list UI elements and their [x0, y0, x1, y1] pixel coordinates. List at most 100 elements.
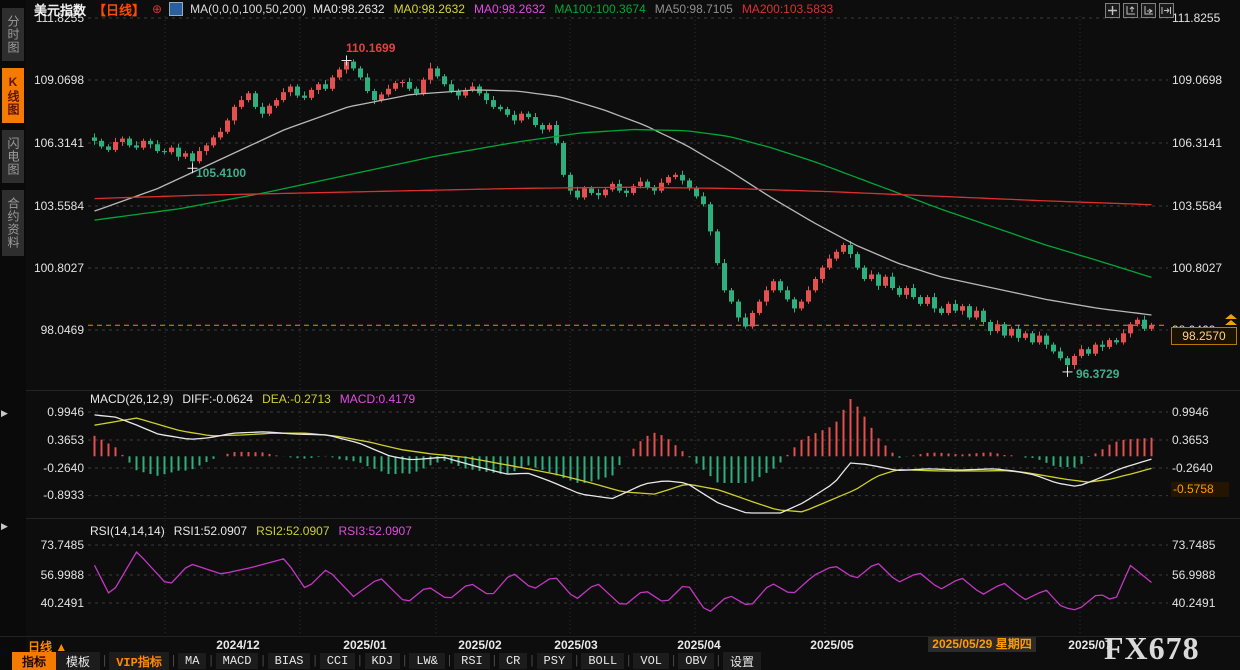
indicator-button-obv[interactable]: OBV	[678, 653, 714, 669]
candle	[876, 274, 881, 285]
candle	[372, 91, 377, 100]
candle	[428, 68, 433, 79]
sidebar-item-flash-chart[interactable]: 闪电图	[2, 130, 24, 183]
date-axis-label: 2025/01	[343, 638, 386, 652]
candle	[484, 93, 489, 100]
macd-axis-label-left: -0.2640	[26, 461, 84, 475]
macd-axis-label-right: 0.3653	[1172, 433, 1209, 447]
candle	[190, 153, 195, 161]
ma100-line	[95, 130, 1152, 278]
indicator-button-psy[interactable]: PSY	[537, 653, 573, 669]
candle	[113, 142, 118, 150]
indicator-button-ma[interactable]: MA	[178, 653, 206, 669]
sidebar-item-time-chart[interactable]: 分时图	[2, 8, 24, 61]
candle	[841, 245, 846, 252]
candle	[750, 313, 755, 327]
candle	[351, 62, 356, 69]
candle	[407, 82, 412, 89]
sidebar: 分时图 K线图 闪电图 合约资料	[0, 0, 26, 670]
candle	[148, 141, 153, 144]
candle	[897, 288, 902, 295]
macd-panel-toggle-icon[interactable]: ▶	[1, 408, 8, 419]
indicator-button-rsi[interactable]: RSI	[454, 653, 490, 669]
tab-indicators[interactable]: 指标	[12, 652, 56, 670]
toolbar-divider: |	[206, 654, 215, 668]
rsi-axis-label-right: 73.7485	[1172, 538, 1215, 552]
toolbar-divider: |	[355, 654, 364, 668]
candle	[1135, 320, 1140, 325]
candle	[736, 302, 741, 318]
chart-canvas[interactable]	[0, 0, 1240, 670]
toolbar-divider: |	[445, 654, 454, 668]
candle	[722, 263, 727, 290]
price-axis-label-right: 109.0698	[1172, 73, 1222, 87]
candle	[1030, 333, 1035, 342]
candle	[589, 188, 594, 193]
scale-y-axis-icon[interactable]	[1123, 3, 1138, 18]
candle	[911, 288, 916, 297]
candle	[995, 324, 1000, 331]
indicator-button-kdj[interactable]: KDJ	[365, 653, 401, 669]
chart-tool-icons	[1105, 3, 1174, 18]
candle	[491, 100, 496, 107]
candle	[288, 87, 293, 93]
low-price-annotation: 96.3729	[1076, 367, 1119, 381]
crosshair-date-badge: 2025/05/29 星期四	[928, 637, 1036, 652]
candle	[127, 139, 132, 146]
rsi1-value: RSI1:52.0907	[174, 524, 247, 538]
candle	[92, 137, 97, 140]
price-axis-label-left: 103.5584	[26, 199, 84, 213]
candle	[141, 141, 146, 148]
collapse-right-icon[interactable]	[1159, 3, 1174, 18]
date-axis-label: 2025/04	[677, 638, 720, 652]
settings-button[interactable]: 设置	[723, 652, 761, 670]
candle	[932, 297, 937, 308]
candle	[981, 311, 986, 322]
macd-diff-line	[95, 415, 1152, 513]
ma-value: MA200:103.5833	[742, 2, 833, 16]
indicator-button-boll[interactable]: BOLL	[581, 653, 624, 669]
candle	[701, 196, 706, 204]
tab-templates[interactable]: 模板	[56, 652, 100, 670]
candle	[855, 254, 860, 268]
ma-value: MA0:98.2632	[313, 2, 384, 16]
ma200-line	[95, 187, 1152, 204]
sidebar-item-contract-info[interactable]: 合约资料	[2, 190, 24, 256]
candle	[323, 84, 328, 89]
candle	[505, 109, 510, 115]
vip-indicators-button[interactable]: VIP指标	[109, 652, 169, 670]
indicator-button-macd[interactable]: MACD	[216, 653, 259, 669]
candle	[470, 87, 475, 90]
ma-group-label: MA(0,0,0,100,50,200)	[190, 2, 306, 16]
rsi-panel-toggle-icon[interactable]: ▶	[1, 521, 8, 532]
time-axis: 日线 ▲ 2024/122025/012025/022025/032025/04…	[0, 636, 1240, 653]
rsi-line	[95, 552, 1152, 611]
candle	[1100, 345, 1105, 347]
pan-crosshair-icon[interactable]	[1105, 3, 1120, 18]
candle	[246, 93, 251, 100]
rsi-params-label: RSI(14,14,14)	[90, 524, 165, 538]
toolbar-divider: |	[527, 654, 536, 668]
macd-axis-label-right: 0.9946	[1172, 405, 1209, 419]
candle	[939, 308, 944, 313]
candle	[624, 191, 629, 193]
candle	[1058, 351, 1063, 358]
indicator-button-cr[interactable]: CR	[499, 653, 527, 669]
candle	[211, 137, 216, 145]
candle	[1149, 325, 1154, 329]
indicator-button-bias[interactable]: BIAS	[268, 653, 311, 669]
candle	[582, 188, 587, 197]
indicator-button-cci[interactable]: CCI	[320, 653, 356, 669]
candle	[638, 182, 643, 187]
candle	[106, 147, 111, 150]
ma-value: MA0:98.2632	[394, 2, 465, 16]
candle	[1086, 349, 1091, 354]
indicator-button-vol[interactable]: VOL	[633, 653, 669, 669]
scale-x-axis-icon[interactable]	[1141, 3, 1156, 18]
toolbar-divider: |	[310, 654, 319, 668]
sidebar-item-kline-chart[interactable]: K线图	[2, 68, 24, 123]
date-axis-label: 2025/02	[458, 638, 501, 652]
candle	[785, 290, 790, 299]
indicator-button-lw[interactable]: LW&	[409, 653, 445, 669]
add-indicator-icon[interactable]: ⊕	[152, 2, 162, 16]
